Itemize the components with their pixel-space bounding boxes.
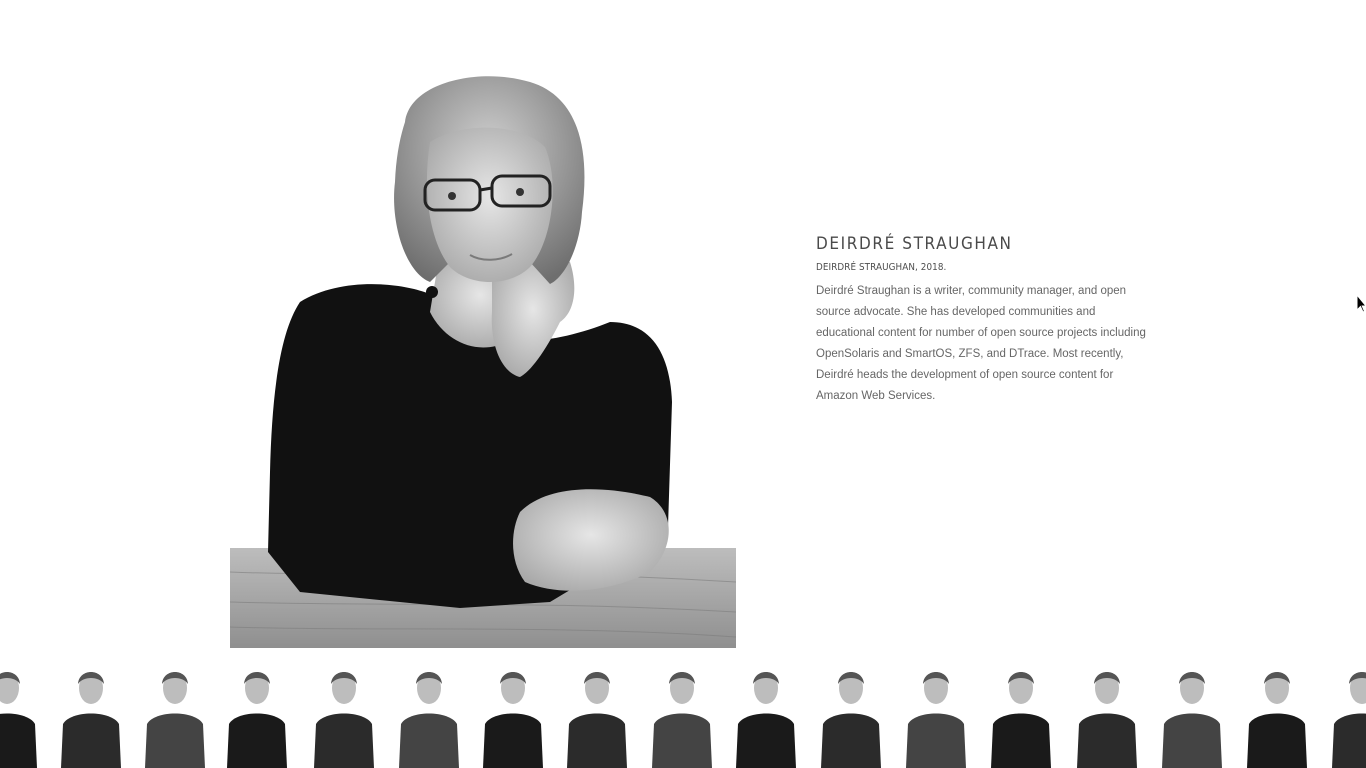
thumb-portrait-17[interactable] [1323, 662, 1366, 768]
thumb-portrait-3[interactable] [136, 662, 214, 768]
mouse-cursor-icon [1356, 293, 1366, 314]
thumb-portrait-15[interactable] [1153, 662, 1231, 768]
photo-caption: DEIRDRÉ STRAUGHAN, 2018. [816, 262, 947, 273]
thumb-portrait-7[interactable] [474, 662, 552, 768]
featured-portrait-image [230, 72, 736, 648]
thumb-portrait-9[interactable] [643, 662, 721, 768]
thumb-portrait-8[interactable] [558, 662, 636, 768]
person-name: DEIRDRÉ STRAUGHAN [816, 234, 1013, 254]
thumb-portrait-1[interactable] [0, 662, 44, 768]
thumb-portrait-10[interactable] [727, 662, 805, 768]
thumb-portrait-13[interactable] [982, 662, 1060, 768]
bio-panel: DEIRDRÉ STRAUGHAN DEIRDRÉ STRAUGHAN, 201… [816, 234, 1146, 407]
thumb-portrait-2[interactable] [52, 662, 130, 768]
thumb-portrait-6[interactable] [390, 662, 468, 768]
thumbnail-strip[interactable] [0, 662, 1366, 768]
thumb-portrait-16[interactable] [1238, 662, 1316, 768]
thumb-portrait-11[interactable] [812, 662, 890, 768]
thumb-portrait-5[interactable] [305, 662, 383, 768]
thumb-portrait-12[interactable] [897, 662, 975, 768]
thumb-portrait-4[interactable] [220, 662, 294, 768]
gallery-page: DEIRDRÉ STRAUGHAN DEIRDRÉ STRAUGHAN, 201… [0, 0, 1366, 768]
person-bio: Deirdré Straughan is a writer, community… [816, 285, 1146, 402]
thumb-portrait-14[interactable] [1068, 662, 1146, 768]
